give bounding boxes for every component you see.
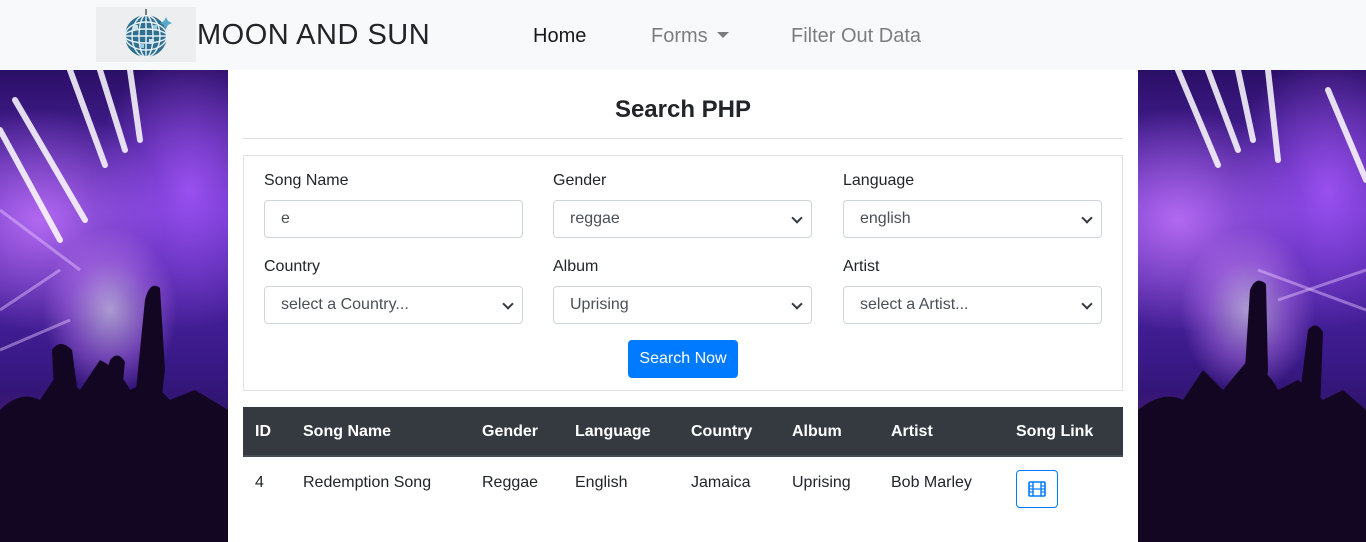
language-group: Language english xyxy=(843,171,1102,238)
cell-gender: Reggae xyxy=(482,474,539,491)
gender-select[interactable]: reggae xyxy=(553,200,812,238)
song-name-label: Song Name xyxy=(264,172,349,189)
column-header-album: Album xyxy=(792,423,842,440)
page-title: Search PHP xyxy=(614,96,752,123)
album-label: Album xyxy=(553,258,599,275)
gender-group: Gender reggae xyxy=(553,171,812,238)
language-value: english xyxy=(860,210,911,227)
caret-down-icon xyxy=(716,32,729,38)
chevron-down-icon xyxy=(502,298,514,310)
song-link-button[interactable] xyxy=(1016,470,1058,508)
language-label: Language xyxy=(843,172,915,189)
gender-label: Gender xyxy=(553,172,607,189)
concert-background-right xyxy=(1138,70,1366,542)
cell-album: Uprising xyxy=(792,474,851,491)
artist-label: Artist xyxy=(843,258,880,275)
artist-group: Artist select a Artist... xyxy=(843,257,1102,324)
cell-id: 4 xyxy=(255,474,264,491)
chevron-down-icon xyxy=(1081,298,1093,310)
results-table: ID Song Name Gender Language Country Alb… xyxy=(243,407,1123,517)
country-value: select a Country... xyxy=(281,296,409,313)
title-divider xyxy=(242,138,1123,139)
country-label: Country xyxy=(264,258,321,275)
table-header: ID Song Name Gender Language Country Alb… xyxy=(243,407,1123,457)
chevron-down-icon xyxy=(1081,212,1093,224)
song-name-input[interactable]: e xyxy=(264,200,523,238)
country-group: Country select a Country... xyxy=(264,257,523,324)
song-name-group: Song Name e xyxy=(264,171,523,238)
language-select[interactable]: english xyxy=(843,200,1102,238)
nav-filter-out-data[interactable]: Filter Out Data xyxy=(791,24,921,48)
concert-background-left xyxy=(0,70,228,542)
artist-value: select a Artist... xyxy=(860,296,969,313)
brand-name[interactable]: MOON AND SUN xyxy=(197,16,430,54)
nav-home[interactable]: Home xyxy=(533,24,586,48)
search-form-card: Song Name e Gender reggae Language engli… xyxy=(243,155,1123,391)
brand-logo[interactable] xyxy=(96,7,196,62)
cell-country: Jamaica xyxy=(691,474,751,491)
table-row: 4 Redemption Song Reggae English Jamaica… xyxy=(243,457,1123,517)
column-header-language: Language xyxy=(575,423,651,440)
search-now-button[interactable]: Search Now xyxy=(628,340,738,378)
nav-forms-label: Forms xyxy=(651,25,708,47)
song-name-value: e xyxy=(281,210,290,227)
film-icon xyxy=(1028,481,1046,497)
chevron-down-icon xyxy=(791,298,803,310)
cell-song-name: Redemption Song xyxy=(303,474,432,491)
disco-ball-icon xyxy=(124,8,172,58)
cell-artist: Bob Marley xyxy=(891,474,972,491)
column-header-song-name: Song Name xyxy=(303,423,392,440)
cell-language: English xyxy=(575,474,628,491)
nav-forms-dropdown[interactable]: Forms xyxy=(651,24,729,48)
main-container: Search PHP Song Name e Gender reggae Lan… xyxy=(228,70,1138,542)
chevron-down-icon xyxy=(791,212,803,224)
column-header-song-link: Song Link xyxy=(1016,423,1094,440)
gender-value: reggae xyxy=(570,210,620,227)
navbar: MOON AND SUN Home Forms Filter Out Data xyxy=(0,0,1366,70)
album-select[interactable]: Uprising xyxy=(553,286,812,324)
column-header-gender: Gender xyxy=(482,423,539,440)
column-header-id: ID xyxy=(255,423,271,440)
column-header-artist: Artist xyxy=(891,423,933,440)
country-select[interactable]: select a Country... xyxy=(264,286,523,324)
artist-select[interactable]: select a Artist... xyxy=(843,286,1102,324)
column-header-country: Country xyxy=(691,423,753,440)
album-group: Album Uprising xyxy=(553,257,812,324)
album-value: Uprising xyxy=(570,296,629,313)
